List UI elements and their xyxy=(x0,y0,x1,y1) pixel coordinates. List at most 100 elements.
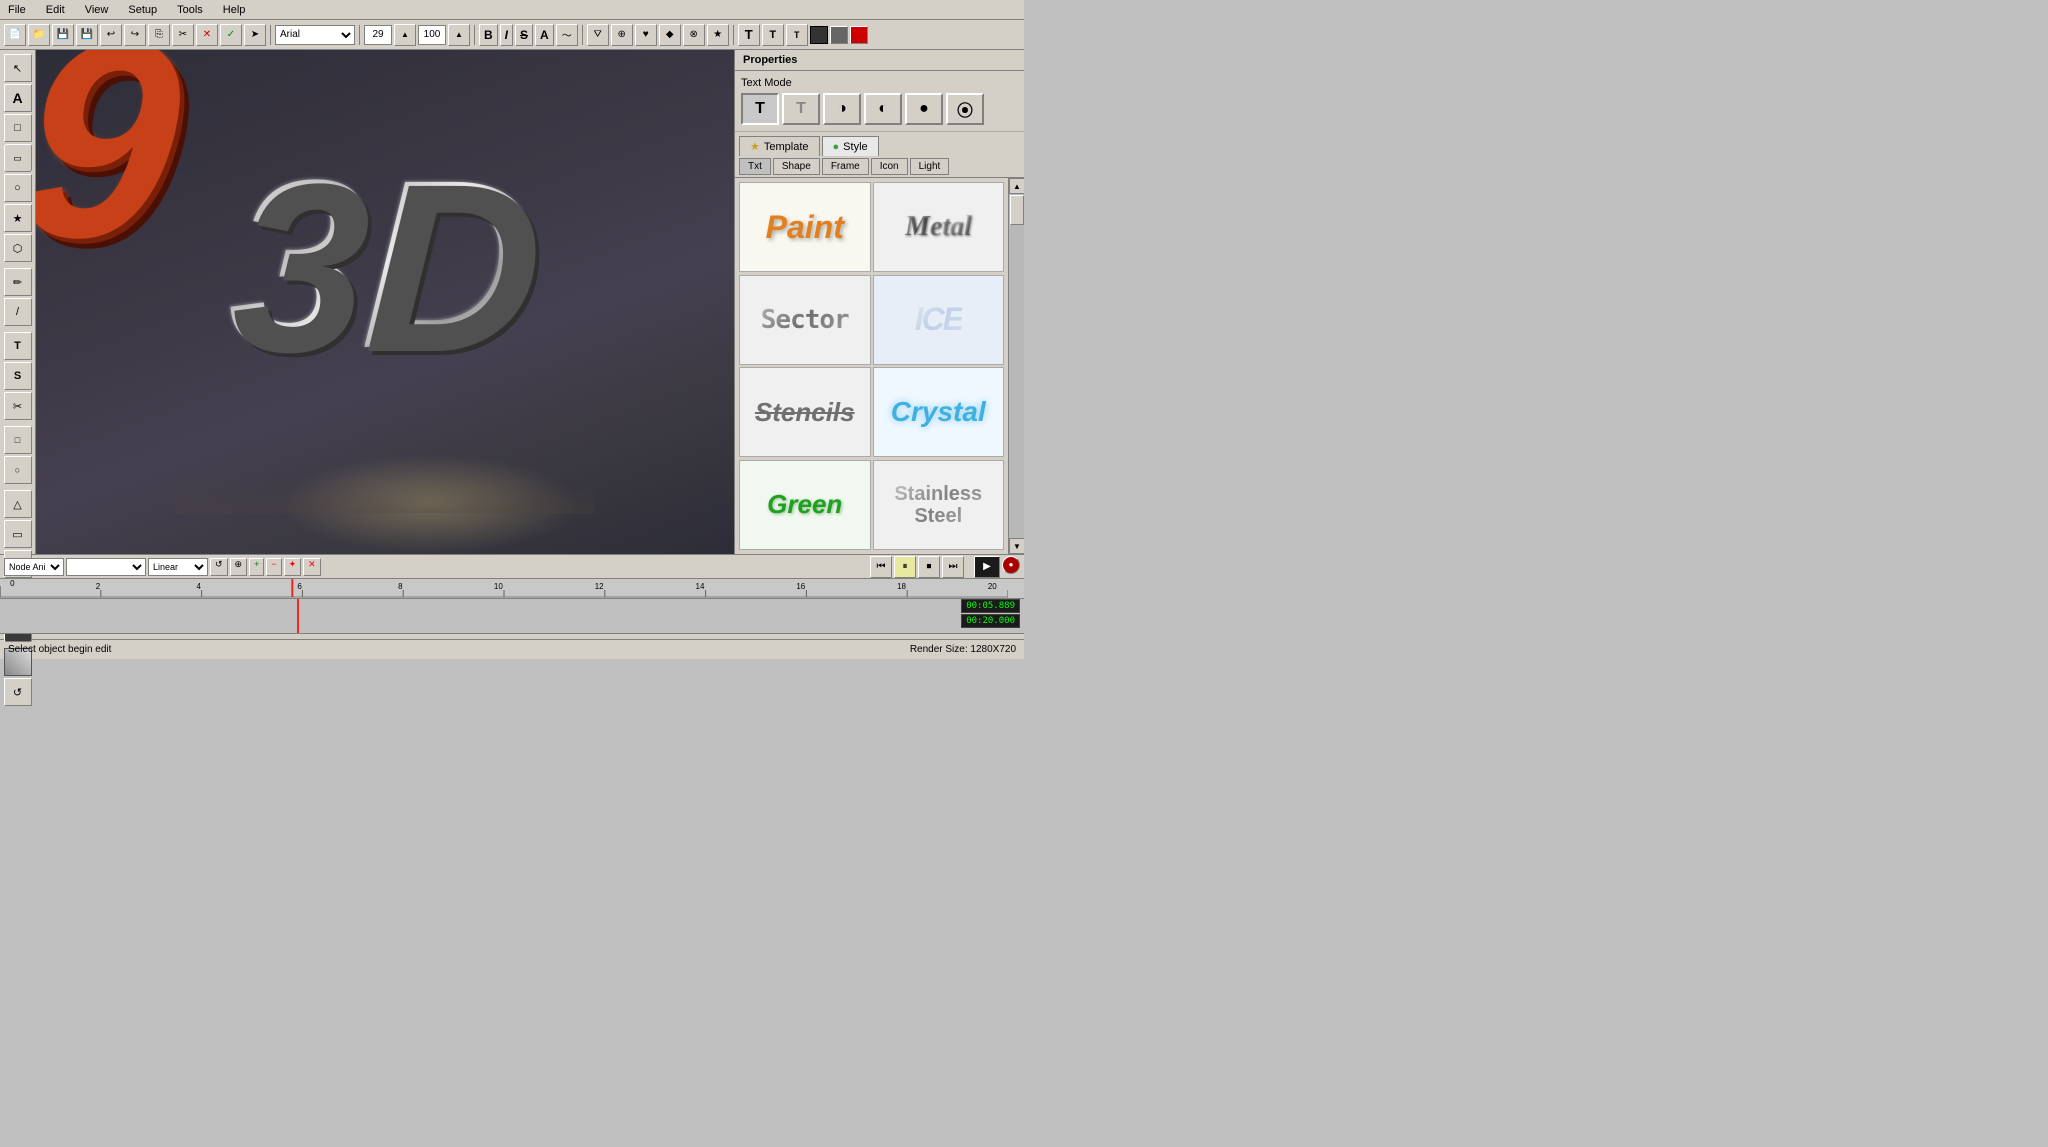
rect-tool[interactable]: □ xyxy=(4,114,32,142)
separator-5 xyxy=(733,25,734,45)
style-stencils[interactable]: Stencils xyxy=(739,367,871,457)
check-button[interactable]: ✓ xyxy=(220,24,242,46)
copy-button[interactable]: ⎘ xyxy=(148,24,170,46)
t-tool[interactable]: T xyxy=(4,332,32,360)
line-tool[interactable]: / xyxy=(4,298,32,326)
ruler-svg: 0 2 4 6 8 10 12 14 16 18 20 xyxy=(0,579,1008,598)
style-paint[interactable]: Paint xyxy=(739,182,871,272)
menu-setup[interactable]: Setup xyxy=(124,3,161,17)
menu-view[interactable]: View xyxy=(81,3,113,17)
tool-a[interactable]: ⛛ xyxy=(587,24,609,46)
tl-btn-1[interactable]: ↺ xyxy=(210,558,228,576)
separator-2 xyxy=(359,25,360,45)
strike-button[interactable]: S xyxy=(515,24,533,46)
style-metal[interactable]: Metal xyxy=(873,182,1005,272)
menu-file[interactable]: File xyxy=(4,3,30,17)
redo-button[interactable]: ↪ xyxy=(124,24,146,46)
poly-tool[interactable]: ⬡ xyxy=(4,234,32,262)
font-size-input[interactable] xyxy=(364,25,392,45)
style-crystal[interactable]: Crystal xyxy=(873,367,1005,457)
mode-btn-1[interactable]: T xyxy=(741,93,779,125)
italic-button[interactable]: I xyxy=(500,24,513,46)
tl-btn-star[interactable]: ✦ xyxy=(284,558,302,576)
record-button[interactable]: ● xyxy=(1002,556,1020,574)
rect-s-tool[interactable]: □ xyxy=(4,426,32,454)
sub-tab-txt[interactable]: Txt xyxy=(739,158,771,175)
round-rect-tool[interactable]: ▭ xyxy=(4,144,32,172)
tab-style[interactable]: ● Style xyxy=(822,136,879,156)
mode-btn-3[interactable]: ◑ xyxy=(823,93,861,125)
close-button[interactable]: ✕ xyxy=(196,24,218,46)
scroll-up-button[interactable]: ▲ xyxy=(1009,178,1024,194)
ellipse-tool[interactable]: ○ xyxy=(4,174,32,202)
style-stainless-steel[interactable]: StainlessSteel xyxy=(873,460,1005,550)
scroll-thumb[interactable] xyxy=(1010,195,1024,225)
tab-template[interactable]: ★ Template xyxy=(739,136,820,156)
tool-b[interactable]: ⊕ xyxy=(611,24,633,46)
select-tool[interactable]: ↖ xyxy=(4,54,32,82)
text-t2[interactable]: T xyxy=(762,24,784,46)
sub-tab-shape[interactable]: Shape xyxy=(773,158,820,175)
font-size2-input[interactable] xyxy=(418,25,446,45)
tool-f[interactable]: ★ xyxy=(707,24,729,46)
timeline-tracks[interactable]: 00:05.889 00:20.000 xyxy=(0,599,1024,634)
star-tool[interactable]: ★ xyxy=(4,204,32,232)
circ-s-tool[interactable]: ○ xyxy=(4,456,32,484)
tl-btn-close[interactable]: ✕ xyxy=(303,558,321,576)
font-select[interactable]: Arial xyxy=(275,25,355,45)
triangle-tool[interactable]: △ xyxy=(4,490,32,518)
menu-tools[interactable]: Tools xyxy=(173,3,207,17)
go-start-button[interactable]: ⏮ xyxy=(870,556,892,578)
style-ice[interactable]: ICE xyxy=(873,275,1005,365)
tl-btn-add[interactable]: + xyxy=(249,558,264,576)
cut-button[interactable]: ✂ xyxy=(172,24,194,46)
tl-btn-minus[interactable]: − xyxy=(266,558,281,576)
undo-button[interactable]: ↩ xyxy=(100,24,122,46)
sub-tab-frame[interactable]: Frame xyxy=(822,158,869,175)
s-tool[interactable]: S xyxy=(4,362,32,390)
menu-help[interactable]: Help xyxy=(219,3,250,17)
scissors-tool[interactable]: ✂ xyxy=(4,392,32,420)
tool-c[interactable]: ♥ xyxy=(635,24,657,46)
sub-tab-icon[interactable]: Icon xyxy=(871,158,908,175)
tl-btn-2[interactable]: ⊕ xyxy=(230,558,248,576)
open-button[interactable]: 📁 xyxy=(28,24,50,46)
go-end-button[interactable]: ⏭ xyxy=(942,556,964,578)
style-green[interactable]: Green xyxy=(739,460,871,550)
mode-btn-2[interactable]: T xyxy=(782,93,820,125)
color-block-3[interactable] xyxy=(850,26,868,44)
wave-button[interactable]: 〜 xyxy=(556,24,578,46)
text-tool[interactable]: A xyxy=(4,84,32,112)
mode-btn-6[interactable]: ⦿ xyxy=(946,93,984,125)
mode-btn-4[interactable]: ◐ xyxy=(864,93,902,125)
style-sector[interactable]: Sector xyxy=(739,275,871,365)
save-button[interactable]: 💾 xyxy=(52,24,74,46)
render-button[interactable]: ▶ xyxy=(974,556,1000,578)
bold-button[interactable]: B xyxy=(479,24,498,46)
save-as-button[interactable]: 💾 xyxy=(76,24,98,46)
stop-button[interactable]: ⏹ xyxy=(918,556,940,578)
scroll-down-button[interactable]: ▼ xyxy=(1009,538,1024,554)
mode-btn-5[interactable]: ● xyxy=(905,93,943,125)
sub-tab-light[interactable]: Light xyxy=(910,158,950,175)
node-anim-select[interactable]: Node Ani xyxy=(4,558,64,576)
tool-e[interactable]: ⊗ xyxy=(683,24,705,46)
color-block-2[interactable] xyxy=(830,26,848,44)
new-button[interactable]: 📄 xyxy=(4,24,26,46)
canvas-area[interactable]: 9 3D xyxy=(36,50,734,554)
h-rect-tool[interactable]: ▭ xyxy=(4,520,32,548)
rotate-tool[interactable]: ↺ xyxy=(4,678,32,706)
text-t1[interactable]: T xyxy=(738,24,760,46)
size-up-button[interactable]: ▲ xyxy=(394,24,416,46)
size2-up-button[interactable]: ▲ xyxy=(448,24,470,46)
menu-edit[interactable]: Edit xyxy=(42,3,69,17)
interp-select[interactable]: Linear xyxy=(148,558,208,576)
arrow-button[interactable]: ➤ xyxy=(244,24,266,46)
color-block-1[interactable] xyxy=(810,26,828,44)
align-button[interactable]: A xyxy=(535,24,554,46)
tool-d[interactable]: ◆ xyxy=(659,24,681,46)
pen-tool[interactable]: ✏ xyxy=(4,268,32,296)
text-t3[interactable]: T xyxy=(786,24,808,46)
pause-button[interactable]: ⏸ xyxy=(894,556,916,578)
timeline-track-select[interactable] xyxy=(66,558,146,576)
